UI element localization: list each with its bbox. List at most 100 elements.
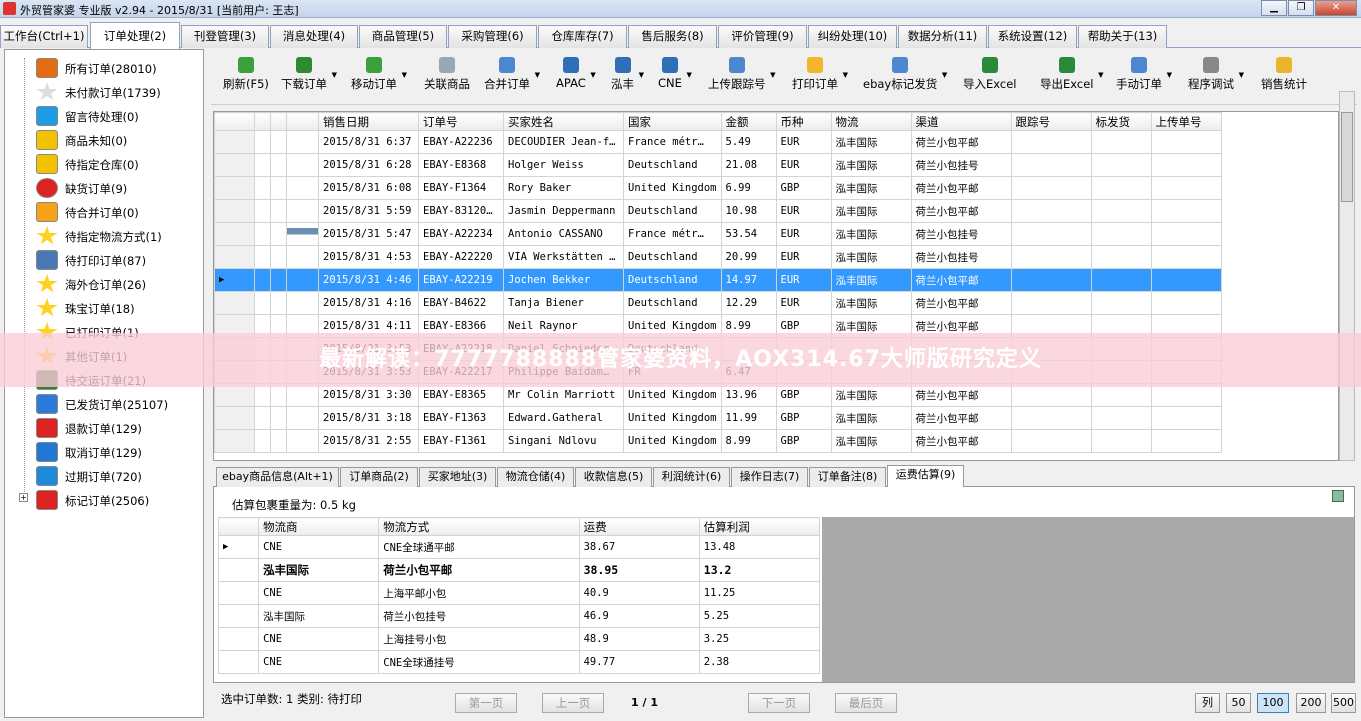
tree-item[interactable]: 待合并订单(0) [5,200,195,224]
detail-tab[interactable]: 利润统计(6) [653,467,730,487]
column-header[interactable]: 渠道 [910,112,1012,131]
dropdown-arrow-icon[interactable]: ▼ [770,71,775,79]
maximize-button[interactable]: ❐ [1288,0,1314,16]
table-row[interactable]: ▶ CNE CNE全球通平邮 38.67 13.48 [217,535,821,559]
last-page-button[interactable]: 最后页 [835,693,897,713]
toolbar-button[interactable]: ebay标记发货 ▼ [863,57,947,101]
table-row[interactable]: 2015/8/31 6:08 EBAY-F1364 Rory Baker United… [214,176,1222,200]
toolbar-button[interactable]: 关联商品 [424,57,470,101]
table-row[interactable]: ▶ 2015/8/31 4:46 EBAY-A22219 Jochen Bekker D… [214,268,1222,292]
table-row[interactable]: 2015/8/31 4:53 EBAY-A22220 VIA Werkstätten… [214,245,1222,269]
tree-item[interactable]: 海外仓订单(26) [5,272,195,296]
row-header[interactable] [214,130,255,154]
row-header[interactable]: ▶ [214,268,255,292]
detail-tab[interactable]: 物流仓储(4) [497,467,574,487]
tab-products[interactable]: 商品管理(5) [359,25,447,48]
table-row[interactable]: CNE 上海平邮小包 40.9 11.25 [217,581,821,605]
row-header[interactable] [214,153,255,177]
tree-item[interactable]: 待打印订单(87) [5,248,195,272]
dropdown-arrow-icon[interactable]: ▼ [1098,71,1103,79]
table-row[interactable]: 2015/8/31 6:37 EBAY-A22236 DECOUDIER Jean-… [214,130,1222,154]
dropdown-arrow-icon[interactable]: ▼ [942,71,947,79]
table-row[interactable]: 2015/8/31 5:47 EBAY-A22234 Antonio CASSANO… [214,222,1222,246]
page-size-button[interactable]: 200 [1296,693,1326,713]
toolbar-button[interactable]: 打印订单 ▼ [792,57,848,101]
table-row[interactable]: 2015/8/31 5:59 EBAY-83120… Jasmin Depperma… [214,199,1222,223]
dropdown-arrow-icon[interactable]: ▼ [639,71,644,79]
toolbar-button[interactable]: 合并订单 ▼ [484,57,540,101]
table-row[interactable]: 2015/8/31 3:18 EBAY-F1363 Edward.Gatheral U… [214,406,1222,430]
row-header[interactable] [214,245,255,269]
row-header[interactable] [217,581,260,605]
toolbar-button[interactable]: 泓丰 ▼ [611,57,644,101]
table-row[interactable]: 2015/8/31 2:55 EBAY-F1361 Singani Ndlovu Un… [214,429,1222,453]
tab-messages[interactable]: 消息处理(4) [270,25,358,48]
detail-tab[interactable]: 操作日志(7) [731,467,808,487]
toolbar-button[interactable]: 刷新(F5) [223,57,269,101]
page-size-button[interactable]: 列 [1195,693,1220,713]
grid-scrollbar[interactable] [1339,91,1355,461]
toolbar-button[interactable]: 手动订单 ▼ [1116,57,1172,101]
dropdown-arrow-icon[interactable]: ▼ [590,71,595,79]
column-header[interactable]: 估算利润 [698,517,821,536]
column-header[interactable]: 物流商 [258,517,380,536]
next-page-button[interactable]: 下一页 [748,693,810,713]
dropdown-arrow-icon[interactable]: ▼ [332,71,337,79]
tree-item[interactable]: 待指定物流方式(1) [5,224,195,248]
tree-item[interactable]: 待指定仓库(0) [5,152,195,176]
tree-item[interactable]: 取消订单(129) [5,440,195,464]
tab-help[interactable]: 帮助关于(13) [1078,25,1167,48]
toolbar-button[interactable]: 移动订单 ▼ [351,57,407,101]
scroll-thumb[interactable] [1341,112,1353,202]
tab-workbench[interactable]: 工作台(Ctrl+1) [0,25,88,48]
tree-item[interactable]: 留言待处理(0) [5,104,195,128]
tab-after-sales[interactable]: 售后服务(8) [628,25,717,48]
toolbar-button[interactable]: 上传跟踪号 ▼ [708,57,776,101]
prev-page-button[interactable]: 上一页 [542,693,604,713]
row-header[interactable] [214,222,255,246]
toolbar-button[interactable]: 销售统计 [1261,57,1307,101]
tab-order-processing[interactable]: 订单处理(2) [90,22,180,49]
first-page-button[interactable]: 第一页 [455,693,517,713]
column-header[interactable]: 物流 [830,112,912,131]
column-header[interactable]: 标发货 [1090,112,1152,131]
dropdown-arrow-icon[interactable]: ▼ [687,71,692,79]
dropdown-arrow-icon[interactable]: ▼ [402,71,407,79]
row-header[interactable]: ▶ [217,535,260,559]
row-header[interactable] [214,199,255,223]
detail-tab[interactable]: 订单商品(2) [340,467,418,487]
row-header[interactable] [217,627,260,651]
toolbar-button[interactable]: 导出Excel ▼ [1040,57,1103,101]
tree-item[interactable]: 珠宝订单(18) [5,296,195,320]
row-header[interactable] [214,406,255,430]
tab-analytics[interactable]: 数据分析(11) [898,25,987,48]
detail-tab[interactable]: 订单备注(8) [809,467,886,487]
toolbar-button[interactable]: APAC ▼ [556,57,596,101]
tree-item[interactable]: 已发货订单(25107) [5,392,195,416]
dropdown-arrow-icon[interactable]: ▼ [1167,71,1172,79]
dropdown-arrow-icon[interactable]: ▼ [535,71,540,79]
close-button[interactable]: ✕ [1315,0,1357,16]
tree-item[interactable]: 未付款订单(1739) [5,80,195,104]
toolbar-button[interactable]: 下载订单 ▼ [281,57,337,101]
dropdown-arrow-icon[interactable]: ▼ [1239,71,1244,79]
toolbar-button[interactable]: 程序调试 ▼ [1188,57,1244,101]
column-header[interactable]: 跟踪号 [1010,112,1092,131]
table-row[interactable]: CNE CNE全球通挂号 49.77 2.38 [217,650,821,674]
column-header[interactable]: 金额 [720,112,777,131]
table-row[interactable]: 2015/8/31 4:16 EBAY-B4622 Tanja Biener Deut… [214,291,1222,315]
page-size-button[interactable]: 500 [1331,693,1356,713]
tab-feedback[interactable]: 评价管理(9) [718,25,807,48]
toolbar-button[interactable]: CNE ▼ [658,57,692,101]
column-header[interactable]: 订单号 [418,112,504,131]
row-header[interactable] [217,650,260,674]
detail-tab[interactable]: 运费估算(9) [887,465,964,488]
tree-item[interactable]: 标记订单(2506) [5,488,195,512]
expand-icon[interactable]: + [19,493,28,502]
row-header[interactable] [217,604,260,628]
tab-warehouse[interactable]: 仓库库存(7) [538,25,627,48]
tree-item[interactable]: 缺货订单(9) [5,176,195,200]
tab-purchasing[interactable]: 采购管理(6) [448,25,537,48]
column-header[interactable]: 销售日期 [318,112,419,131]
column-header[interactable]: 物流方式 [378,517,580,536]
